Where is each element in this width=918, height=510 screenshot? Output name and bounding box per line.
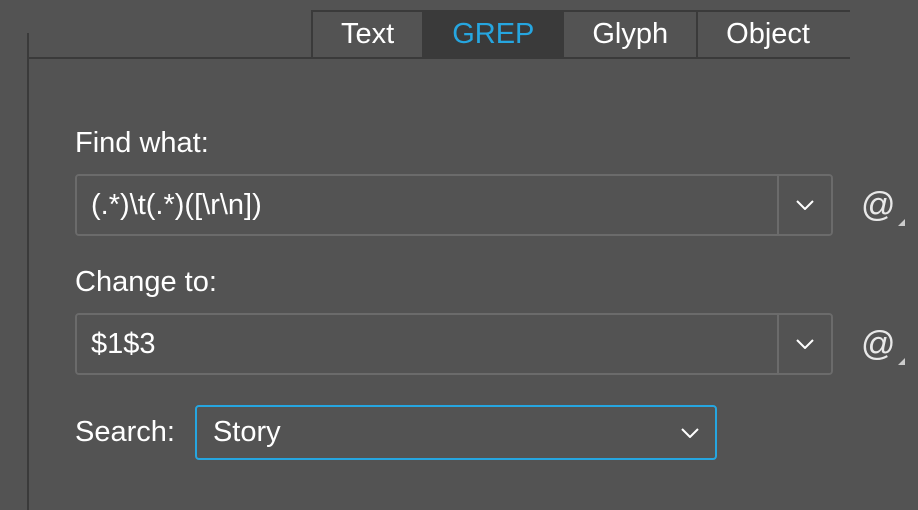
find-what-input[interactable] — [77, 176, 777, 234]
change-to-group: Change to: @ — [75, 266, 918, 375]
find-what-label: Find what: — [75, 127, 918, 160]
change-to-history-dropdown[interactable] — [777, 315, 831, 373]
at-icon: @ — [861, 325, 896, 364]
chevron-down-icon — [796, 339, 814, 349]
change-special-char-button[interactable]: @ — [861, 325, 896, 364]
tab-object[interactable]: Object — [698, 12, 850, 57]
find-what-history-dropdown[interactable] — [777, 176, 831, 234]
at-icon: @ — [861, 186, 896, 225]
change-to-label: Change to: — [75, 266, 918, 299]
change-to-combo — [75, 313, 833, 375]
find-special-char-button[interactable]: @ — [861, 186, 896, 225]
chevron-down-icon — [681, 428, 699, 438]
flyout-indicator-icon — [898, 219, 905, 226]
search-label: Search: — [75, 416, 175, 449]
search-scope-select[interactable]: Story — [195, 405, 717, 460]
tab-glyph[interactable]: Glyph — [564, 12, 698, 57]
search-scope-row: Search: Story — [75, 405, 918, 460]
tab-text[interactable]: Text — [313, 12, 424, 57]
search-scope-value: Story — [213, 416, 281, 449]
tab-grep[interactable]: GREP — [424, 12, 564, 57]
tab-bar: Text GREP Glyph Object — [311, 10, 850, 59]
change-to-input[interactable] — [77, 315, 777, 373]
chevron-down-icon — [796, 200, 814, 210]
flyout-indicator-icon — [898, 358, 905, 365]
find-what-combo — [75, 174, 833, 236]
find-what-group: Find what: @ — [75, 127, 918, 236]
panel-border-corner — [27, 33, 29, 59]
find-change-panel: Find what: @ Change to: — [27, 57, 918, 510]
